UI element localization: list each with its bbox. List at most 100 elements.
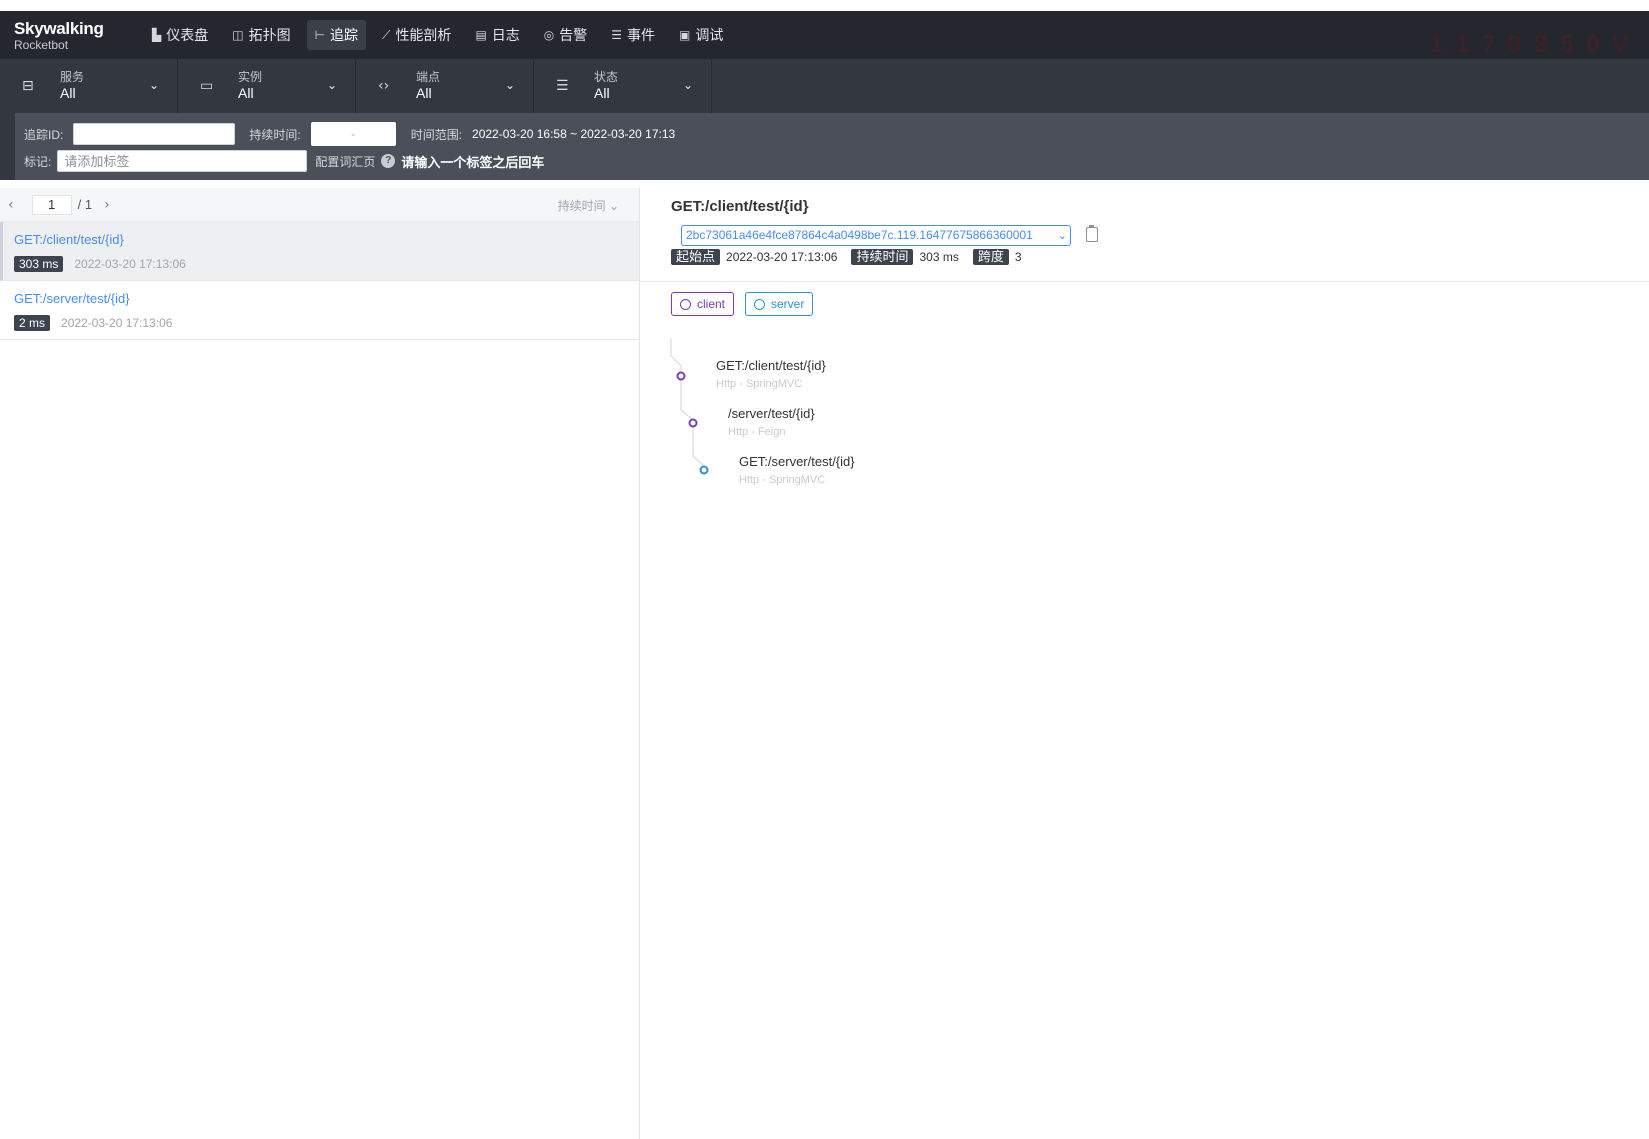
filter-value: All xyxy=(60,84,76,101)
list-item[interactable]: GET:/server/test/{id} 2 ms 2022-03-20 17… xyxy=(0,281,639,340)
filter-label: 端点 xyxy=(416,69,441,84)
legend-label: server xyxy=(771,297,805,311)
trace-list-panel: ‹ 1 / 1 › 持续时间 ⌄ GET:/client/test/{id} 3… xyxy=(0,188,640,1139)
filter-label: 状态 xyxy=(594,69,619,84)
span-title[interactable]: /server/test/{id} xyxy=(728,406,815,421)
span-node-3[interactable] xyxy=(699,465,709,475)
profile-icon: ⟋ xyxy=(382,27,391,42)
nav-item-topology[interactable]: ◫ 拓扑图 xyxy=(224,20,298,50)
logo[interactable]: Skywalking Rocketbot xyxy=(0,20,130,51)
dashboard-icon: ▙ xyxy=(152,28,162,42)
search-panel: 追踪ID: 持续时间: - 时间范围: 2022-03-20 16:58 ~ 2… xyxy=(15,113,1649,180)
skywalking-trace-page: Skywalking Rocketbot ▙ 仪表盘 ◫ 拓扑图 ⊢ 追踪 ⟋ 性能剖析… xyxy=(0,0,1649,1139)
next-page-icon[interactable]: › xyxy=(104,197,110,213)
legend-server[interactable]: server xyxy=(745,292,814,316)
trace-id-value: 2bc73061a46e4fce87864c4a0498be7c.119.164… xyxy=(686,228,1033,242)
trace-title: GET:/client/test/{id} xyxy=(671,198,809,215)
config-link[interactable]: 配置词汇页 xyxy=(315,153,375,170)
watermark: 1 1 7 0 8 5 0 V xyxy=(1429,31,1631,58)
duration-badge: 持续时间 xyxy=(851,249,914,265)
trace-start-time: 2022-03-20 17:13:06 xyxy=(74,257,186,271)
time-range-label: 时间范围: xyxy=(410,127,463,142)
status-filter[interactable]: ☰ 状态 All ⌄ xyxy=(534,59,712,113)
filter-value: All xyxy=(594,84,610,101)
span-badge: 跨度 xyxy=(972,249,1009,265)
trace-id-input[interactable] xyxy=(73,123,236,145)
nav-item-label: 拓扑图 xyxy=(248,27,291,43)
duration-label: 持续时间: xyxy=(249,127,301,142)
span-subtitle: Http - SpringMVC xyxy=(739,474,826,486)
duration-badge: 303 ms xyxy=(14,256,64,272)
debug-icon: ▣ xyxy=(679,28,691,42)
span-value: 3 xyxy=(1014,250,1022,264)
logo-title: Skywalking xyxy=(14,18,104,38)
span-node-1[interactable] xyxy=(676,371,686,381)
nav-item-trace[interactable]: ⊢ 追踪 xyxy=(306,20,367,50)
nav-item-alarm[interactable]: ◎ 告警 xyxy=(536,20,595,50)
top-navbar: Skywalking Rocketbot ▙ 仪表盘 ◫ 拓扑图 ⊢ 追踪 ⟋ 性能剖析… xyxy=(0,11,1649,59)
nav-item-label: 告警 xyxy=(559,27,588,43)
legend-client[interactable]: client xyxy=(671,292,735,316)
filter-label: 实例 xyxy=(238,69,263,84)
trace-tree: GET:/client/test/{id} Http - SpringMVC /… xyxy=(641,338,1041,498)
nav-item-dashboard[interactable]: ▙ 仪表盘 xyxy=(144,20,216,50)
alarm-icon: ◎ xyxy=(543,28,555,42)
start-value: 2022-03-20 17:13:06 xyxy=(726,250,838,264)
chevron-down-icon: ⌄ xyxy=(326,78,337,92)
pagination: ‹ 1 / 1 › 持续时间 ⌄ xyxy=(0,188,639,222)
legend-label: client xyxy=(697,297,726,311)
span-node-2[interactable] xyxy=(688,418,698,428)
trace-detail-panel: GET:/client/test/{id} 2bc73061a46e4fce87… xyxy=(641,188,1649,1139)
instance-filter[interactable]: ▭ 实例 All ⌄ xyxy=(178,59,356,113)
nav-item-label: 追踪 xyxy=(330,27,359,43)
trace-id-select[interactable]: 2bc73061a46e4fce87864c4a0498be7c.119.164… xyxy=(681,225,1071,246)
trace-endpoint[interactable]: GET:/server/test/{id} xyxy=(14,291,639,306)
nav-item-log[interactable]: ▤ 日志 xyxy=(467,20,527,50)
divider xyxy=(641,281,1649,282)
sort-selector[interactable]: 持续时间 ⌄ xyxy=(558,197,619,214)
trace-start-time: 2022-03-20 17:13:06 xyxy=(61,316,173,330)
nav-item-label: 调试 xyxy=(695,27,724,43)
instance-icon: ▭ xyxy=(200,78,214,94)
chevron-down-icon: ⌄ xyxy=(148,78,159,92)
endpoint-filter[interactable]: ‹› 端点 All ⌄ xyxy=(356,59,534,113)
search-bar: 追踪ID: 持续时间: - 时间范围: 2022-03-20 16:58 ~ 2… xyxy=(0,113,1649,180)
chevron-down-icon: ⌄ xyxy=(1057,229,1067,242)
trace-id-label: 追踪ID: xyxy=(24,127,64,142)
nav-item-label: 日志 xyxy=(491,27,520,43)
chevron-down-icon: ⌄ xyxy=(682,78,693,92)
nav-item-event[interactable]: ☰ 事件 xyxy=(603,20,663,50)
nav-item-debug[interactable]: ▣ 调试 xyxy=(671,20,731,50)
search-row-2: 标记: 配置词汇页 ? 请输入一个标签之后回车 xyxy=(24,150,544,172)
help-icon[interactable]: ? xyxy=(381,154,396,168)
tags-input[interactable] xyxy=(57,150,308,172)
topology-icon: ◫ xyxy=(232,28,244,42)
nav-item-label: 仪表盘 xyxy=(166,27,209,43)
chevron-down-icon: ⌄ xyxy=(608,199,619,213)
search-row-1: 追踪ID: 持续时间: - 时间范围: 2022-03-20 16:58 ~ 2… xyxy=(24,122,675,146)
prev-page-icon[interactable]: ‹ xyxy=(8,197,14,213)
nav-menu: ▙ 仪表盘 ◫ 拓扑图 ⊢ 追踪 ⟋ 性能剖析 ▤ 日志 ◎ 告警 ☰ 事件 ▣ 调试 xyxy=(144,20,739,50)
event-icon: ☰ xyxy=(611,28,623,42)
span-title[interactable]: GET:/client/test/{id} xyxy=(716,358,826,373)
status-icon: ☰ xyxy=(556,78,569,94)
service-icon: ⊟ xyxy=(22,78,34,94)
list-item[interactable]: GET:/client/test/{id} 303 ms 2022-03-20 … xyxy=(0,222,639,281)
logo-subtitle: Rocketbot xyxy=(14,37,69,52)
trace-icon: ⊢ xyxy=(314,28,326,42)
clipboard-icon[interactable] xyxy=(1086,225,1098,242)
span-subtitle: Http - Feign xyxy=(728,426,786,438)
span-title[interactable]: GET:/server/test/{id} xyxy=(739,454,855,469)
duration-value: 303 ms xyxy=(919,250,959,264)
time-range-value[interactable]: 2022-03-20 16:58 ~ 2022-03-20 17:13 xyxy=(472,127,675,141)
nav-item-profile[interactable]: ⟋ 性能剖析 xyxy=(374,20,459,50)
trace-endpoint[interactable]: GET:/client/test/{id} xyxy=(14,232,639,247)
page-input[interactable]: 1 xyxy=(31,194,72,215)
service-filter[interactable]: ⊟ 服务 All ⌄ xyxy=(0,59,178,113)
filter-value: All xyxy=(238,84,254,101)
duration-input[interactable]: - xyxy=(310,122,396,146)
trace-meta: 起始点 2022-03-20 17:13:06 持续时间 303 ms 跨度 3 xyxy=(671,249,1036,265)
tags-hint: 请输入一个标签之后回车 xyxy=(401,154,545,170)
top-gap xyxy=(0,0,1649,11)
filter-bar: ⊟ 服务 All ⌄ ▭ 实例 All ⌄ ‹› 端点 All ⌄ ☰ 状态 All ⌄ xyxy=(0,59,1649,113)
